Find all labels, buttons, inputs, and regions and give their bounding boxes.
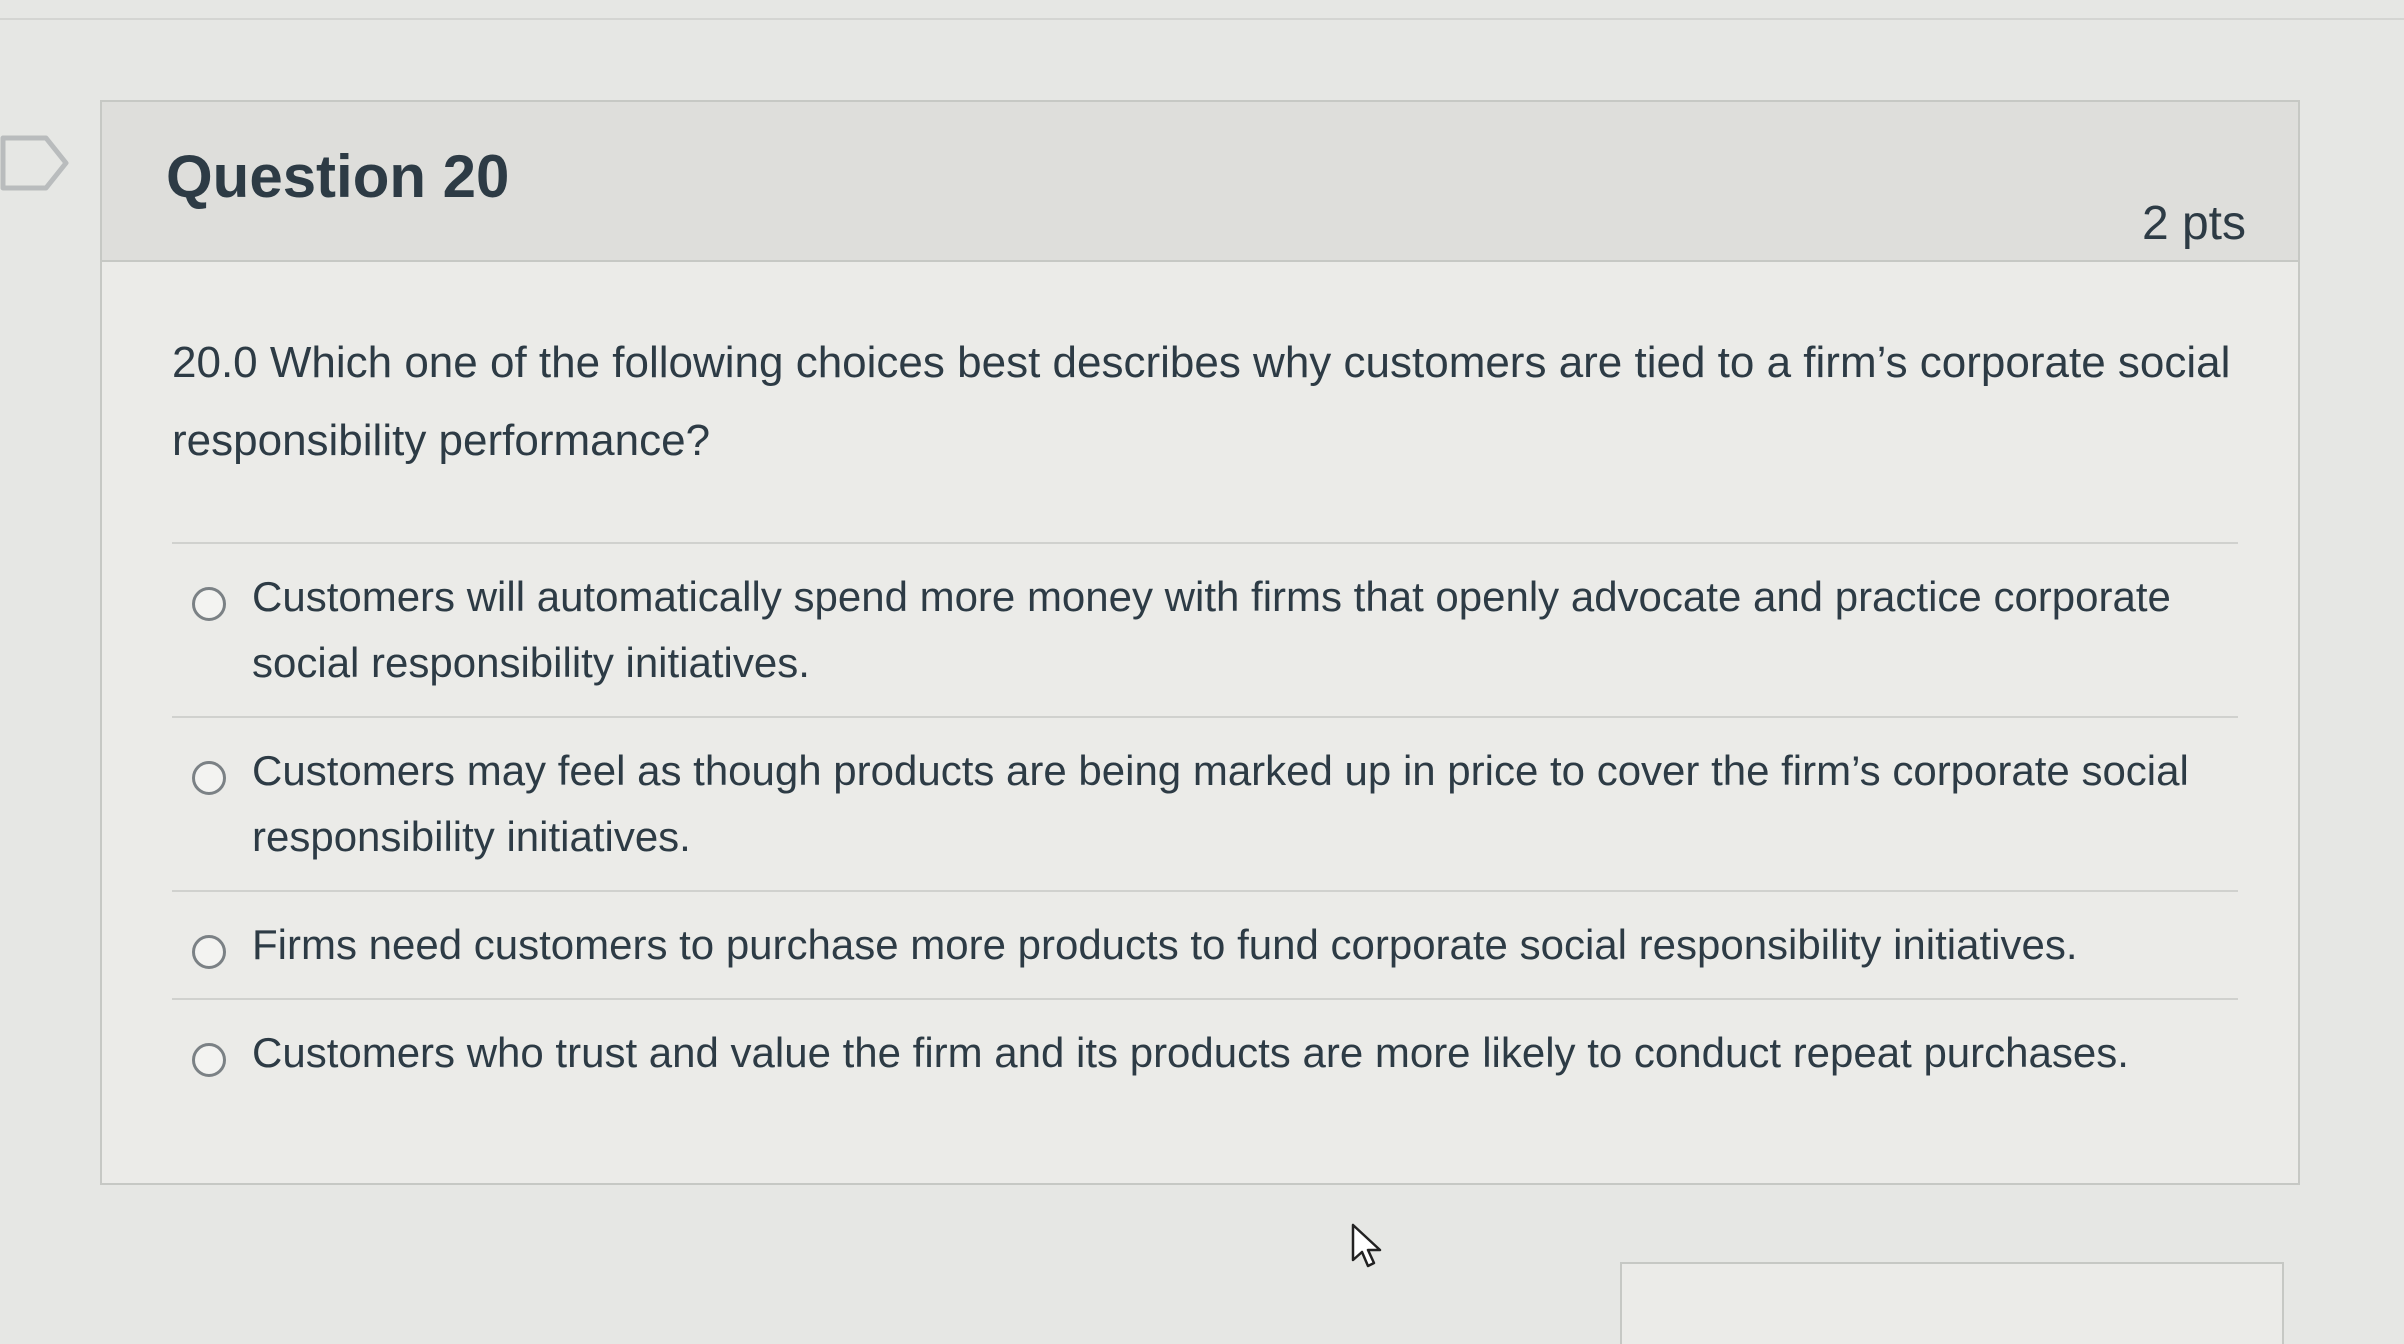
question-title: Question 20 bbox=[166, 143, 510, 210]
page-top-divider bbox=[0, 18, 2404, 20]
mouse-pointer-icon bbox=[1351, 1223, 1382, 1268]
answer-radio-4[interactable] bbox=[192, 1043, 226, 1077]
answer-option-4[interactable]: Customers who trust and value the firm a… bbox=[172, 1000, 2238, 1106]
question-points: 2 pts bbox=[2141, 197, 2246, 250]
answer-label-4[interactable]: Customers who trust and value the firm a… bbox=[252, 1020, 2129, 1086]
answer-option-3[interactable]: Firms need customers to purchase more pr… bbox=[172, 892, 2238, 1000]
answer-label-2[interactable]: Customers may feel as though products ar… bbox=[252, 738, 2238, 870]
flag-question-icon[interactable] bbox=[0, 135, 70, 191]
answer-radio-1[interactable] bbox=[192, 587, 226, 621]
answer-radio-3[interactable] bbox=[192, 935, 226, 969]
next-question-card bbox=[1620, 1262, 2284, 1344]
answer-list: Customers will automatically spend more … bbox=[172, 544, 2238, 1106]
answer-option-2[interactable]: Customers may feel as though products ar… bbox=[172, 718, 2238, 892]
question-text: 20.0 Which one of the following choices … bbox=[172, 324, 2238, 544]
answer-option-1[interactable]: Customers will automatically spend more … bbox=[172, 544, 2238, 718]
question-header: Question 20 2 pts bbox=[102, 102, 2298, 262]
answer-label-3[interactable]: Firms need customers to purchase more pr… bbox=[252, 912, 2077, 978]
answer-label-1[interactable]: Customers will automatically spend more … bbox=[252, 564, 2238, 696]
question-card: Question 20 2 pts 20.0 Which one of the … bbox=[100, 100, 2300, 1185]
question-body: 20.0 Which one of the following choices … bbox=[102, 262, 2298, 1106]
answer-radio-2[interactable] bbox=[192, 761, 226, 795]
